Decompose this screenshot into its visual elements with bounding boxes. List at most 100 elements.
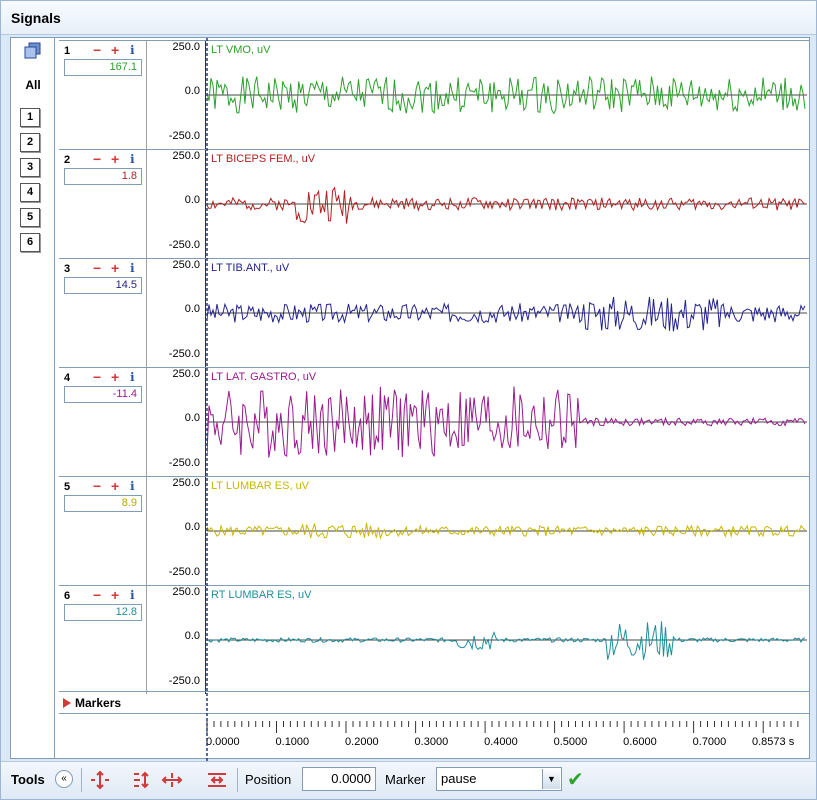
zoom-vertical-icon[interactable] [89, 770, 111, 790]
signal-plot[interactable]: RT LUMBAR ES, uV [207, 586, 807, 694]
signal-label: LT TIB.ANT., uV [211, 262, 290, 274]
decrease-scale-button[interactable]: − [93, 369, 101, 385]
signal-trace-svg [207, 296, 807, 332]
channel-number: 2 [64, 154, 71, 166]
y-tick-zero: 0.0 [184, 412, 200, 424]
checkmark-icon[interactable]: ✔ [567, 767, 584, 792]
channel-controls: 5 − + ℹ 8.9 [59, 477, 147, 585]
markers-label: Markers [75, 696, 122, 710]
toolbar-divider [237, 768, 238, 792]
signals-panel: All 1 2 3 4 5 6 1− + ℹ 167.1 250.0 0.0 -250.0 L… [10, 37, 810, 764]
copy-icon[interactable] [23, 42, 43, 60]
increase-scale-button[interactable]: + [111, 260, 119, 276]
signal-plot[interactable]: LT LAT. GASTRO, uV [207, 368, 807, 476]
tools-bar: Tools « Position 0.0000 Marker pause ▼ ✔ [1, 761, 816, 799]
info-icon[interactable]: ℹ [130, 261, 135, 275]
marker-select[interactable]: pause ▼ [436, 767, 562, 791]
channel-button-1[interactable]: 1 [20, 108, 40, 127]
y-tick-max: 250.0 [172, 586, 200, 598]
channel-button-6[interactable]: 6 [20, 233, 40, 252]
y-tick-max: 250.0 [172, 150, 200, 162]
time-tick-label: 0.8573 s [752, 736, 795, 748]
toolbar-divider [81, 768, 82, 792]
y-scale: 250.0 0.0 -250.0 [148, 586, 206, 694]
signal-plot[interactable]: LT VMO, uV [207, 41, 807, 149]
decrease-scale-button[interactable]: − [93, 151, 101, 167]
time-cursor[interactable] [206, 38, 208, 764]
info-icon[interactable]: ℹ [130, 43, 135, 57]
y-scale: 250.0 0.0 -250.0 [148, 150, 206, 258]
info-icon[interactable]: ℹ [130, 370, 135, 384]
signal-trace [207, 186, 806, 224]
channel-number: 5 [64, 481, 71, 493]
channel-selector-panel: All 1 2 3 4 5 6 [11, 38, 55, 758]
time-tick-label: 0.6000 [623, 736, 657, 748]
signal-plot[interactable]: LT LUMBAR ES, uV [207, 477, 807, 585]
tools-label: Tools [11, 772, 45, 787]
all-channels-button[interactable]: All [19, 78, 47, 92]
y-tick-zero: 0.0 [184, 85, 200, 97]
increase-scale-button[interactable]: + [111, 478, 119, 494]
channel-button-5[interactable]: 5 [20, 208, 40, 227]
info-icon[interactable]: ℹ [130, 152, 135, 166]
channel-controls: 6 − + ℹ 12.8 [59, 586, 147, 694]
title-bar: Signals [1, 1, 816, 35]
y-scale: 250.0 0.0 -250.0 [148, 259, 206, 367]
channel-row: 5 − + ℹ 8.9 250.0 0.0 -250.0 LT LUMBAR ES, uV [59, 476, 809, 585]
y-tick-zero: 0.0 [184, 194, 200, 206]
time-tick-label: 0.7000 [692, 736, 727, 748]
signal-plot[interactable]: LT BICEPS FEM., uV [207, 150, 807, 258]
channel-button-4[interactable]: 4 [20, 183, 40, 202]
chevron-down-icon[interactable]: ▼ [542, 769, 560, 789]
channel-value: -11.4 [64, 386, 142, 403]
channel-number: 6 [64, 590, 71, 602]
fit-vertical-icon[interactable] [131, 770, 153, 790]
time-axis: 0.0000 0.1000 0.2000 0.3000 0.4000 0.5000 0.60… [59, 715, 809, 758]
time-tick-label: 0.3000 [414, 736, 449, 748]
signal-plot[interactable]: LT TIB.ANT., uV [207, 259, 807, 367]
y-tick-max: 250.0 [172, 368, 200, 380]
signal-label: LT LUMBAR ES, uV [211, 480, 310, 492]
channel-number: 3 [64, 263, 71, 275]
channel-row: 6 − + ℹ 12.8 250.0 0.0 -250.0 RT LUMBAR ES, uV [59, 585, 809, 694]
y-tick-min: -250.0 [168, 566, 200, 578]
signal-trace-svg [207, 522, 807, 540]
fit-horizontal-icon[interactable] [206, 770, 228, 790]
decrease-scale-button[interactable]: − [93, 260, 101, 276]
channel-row: 1 − + ℹ 167.1 250.0 0.0 -250.0 LT VMO, uV [59, 40, 809, 149]
info-icon[interactable]: ℹ [130, 588, 135, 602]
zoom-horizontal-icon[interactable] [161, 770, 183, 790]
collapse-icon[interactable]: « [55, 770, 73, 788]
decrease-scale-button[interactable]: − [93, 478, 101, 494]
y-scale: 250.0 0.0 -250.0 [148, 368, 206, 476]
time-tick-label: 0.1000 [275, 736, 310, 748]
position-input[interactable]: 0.0000 [302, 767, 376, 791]
increase-scale-button[interactable]: + [111, 42, 119, 58]
increase-scale-button[interactable]: + [111, 369, 119, 385]
channel-value: 14.5 [64, 277, 142, 294]
channel-value: 167.1 [64, 59, 142, 76]
decrease-scale-button[interactable]: − [93, 42, 101, 58]
channel-controls: 1 − + ℹ 167.1 [59, 41, 147, 149]
y-tick-max: 250.0 [172, 41, 200, 53]
decrease-scale-button[interactable]: − [93, 587, 101, 603]
channel-button-3[interactable]: 3 [20, 158, 40, 177]
channel-controls: 2 − + ℹ 1.8 [59, 150, 147, 258]
signal-rows: 1− + ℹ 167.1 250.0 0.0 -250.0 LT VMO, uV 2− + ℹ 1.8… [59, 38, 809, 764]
y-tick-min: -250.0 [168, 348, 200, 360]
increase-scale-button[interactable]: + [111, 587, 119, 603]
time-tick-label: 0.5000 [553, 736, 588, 748]
signal-trace-svg [207, 186, 807, 224]
window-title: Signals [11, 10, 61, 26]
info-icon[interactable]: ℹ [130, 479, 135, 493]
channel-value: 1.8 [64, 168, 142, 185]
signal-label: LT VMO, uV [211, 44, 271, 56]
markers-row[interactable]: Markers [59, 691, 809, 714]
channel-number: 4 [64, 372, 71, 384]
time-tick-label: 0.4000 [484, 736, 518, 748]
increase-scale-button[interactable]: + [111, 151, 119, 167]
channel-number: 1 [64, 45, 71, 57]
y-tick-min: -250.0 [168, 675, 200, 687]
channel-button-2[interactable]: 2 [20, 133, 40, 152]
expand-arrow-icon[interactable] [63, 698, 71, 708]
